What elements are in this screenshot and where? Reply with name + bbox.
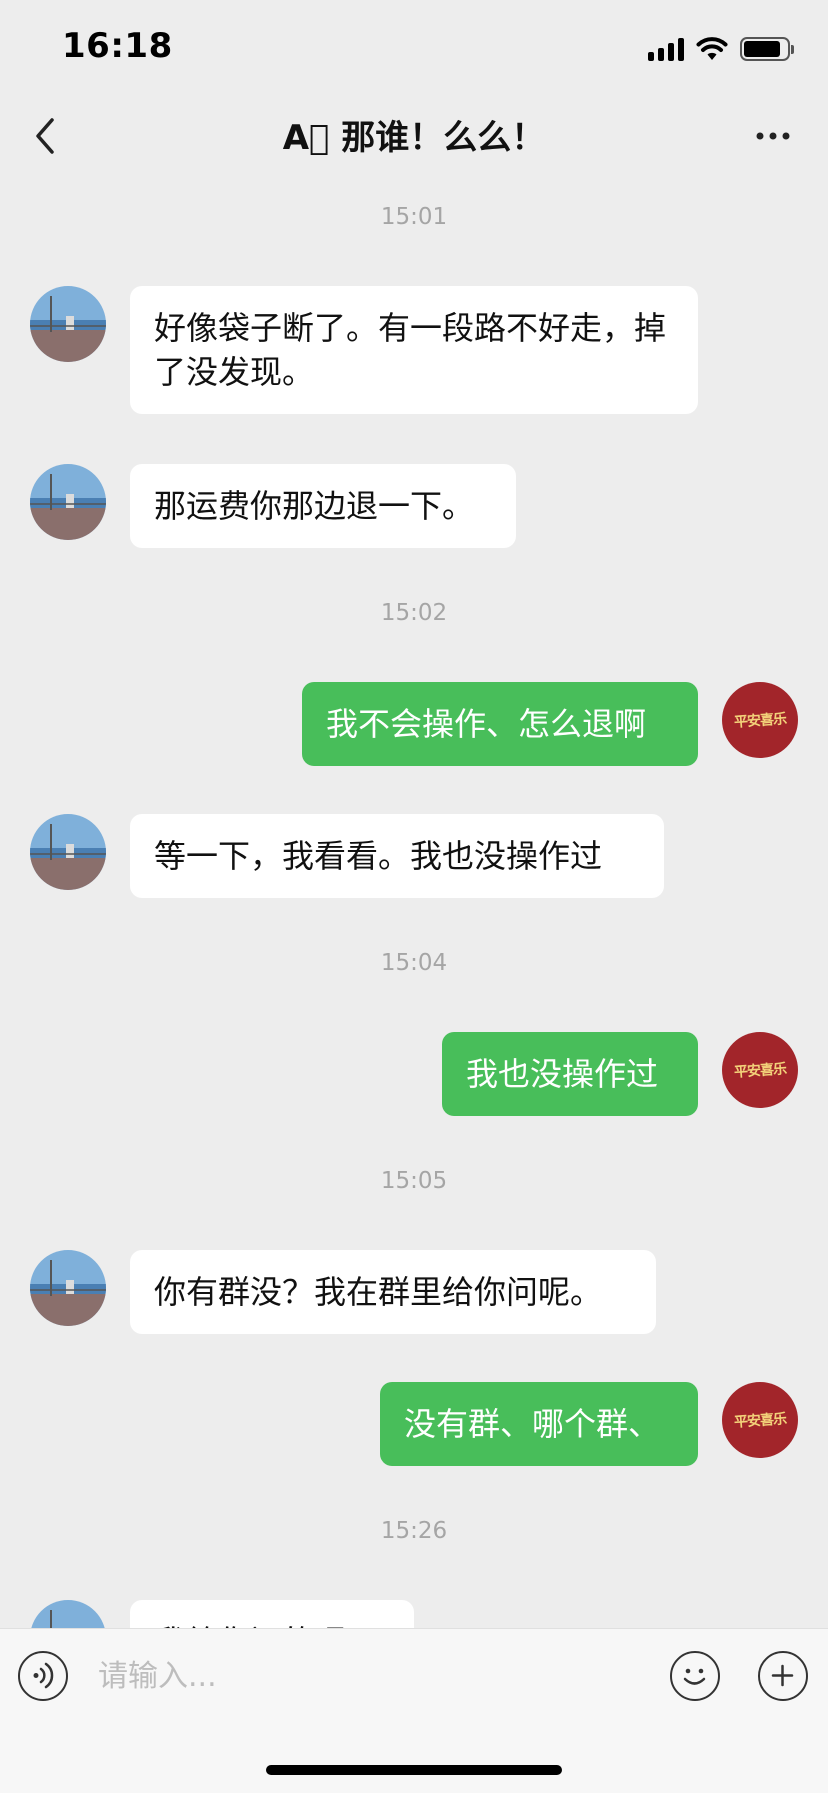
more-dots-icon (756, 132, 790, 140)
seaside-photo-icon (30, 464, 106, 540)
smiley-icon (683, 1668, 706, 1685)
home-indicator[interactable] (266, 1765, 562, 1775)
outgoing-message[interactable]: 没有群、哪个群、 (380, 1382, 698, 1466)
cellular-signal-icon (648, 37, 684, 61)
my-avatar[interactable]: 平安喜乐 (722, 1032, 798, 1108)
seaside-photo-icon (30, 1600, 106, 1628)
incoming-message[interactable]: 我给你问的呢。 (130, 1600, 414, 1628)
incoming-message[interactable]: 等一下，我看看。我也没操作过 (130, 814, 664, 898)
contact-avatar[interactable] (30, 464, 106, 540)
avatar-seal-text: 平安喜乐 (733, 1061, 787, 1081)
plus-icon (771, 1664, 794, 1687)
timestamp: 15:26 (380, 1518, 448, 1544)
message-list[interactable]: 15:01 好像袋子断了。有一段路不好走，掉了没发现。 那运费你那边退一下。 1… (0, 176, 828, 1628)
seaside-photo-icon (30, 814, 106, 890)
seaside-photo-icon (30, 286, 106, 362)
voice-icon (33, 1662, 54, 1689)
contact-avatar[interactable] (30, 1600, 106, 1628)
contact-avatar[interactable] (30, 286, 106, 362)
chat-title: A⃞ 那谁！么么！ (282, 118, 546, 158)
avatar-seal-text: 平安喜乐 (733, 711, 787, 731)
more-button[interactable] (748, 110, 798, 160)
status-icons (648, 34, 794, 64)
status-time: 16:18 (62, 26, 173, 66)
timestamp: 15:01 (380, 204, 448, 230)
contact-avatar[interactable] (30, 814, 106, 890)
outgoing-message[interactable]: 我也没操作过 (442, 1032, 698, 1116)
timestamp: 15:04 (380, 950, 448, 976)
input-bar (0, 1628, 828, 1793)
timestamp: 15:05 (380, 1168, 448, 1194)
message-input[interactable] (96, 1647, 660, 1705)
contact-avatar[interactable] (30, 1250, 106, 1326)
my-avatar[interactable]: 平安喜乐 (722, 1382, 798, 1458)
my-avatar[interactable]: 平安喜乐 (722, 682, 798, 758)
status-bar: 16:18 (0, 0, 828, 100)
outgoing-message[interactable]: 我不会操作、怎么退啊 (302, 682, 698, 766)
emoji-button[interactable] (670, 1651, 720, 1701)
seaside-photo-icon (30, 1250, 106, 1326)
wifi-icon (696, 37, 728, 60)
more-functions-button[interactable] (758, 1651, 808, 1701)
incoming-message[interactable]: 那运费你那边退一下。 (130, 464, 516, 548)
incoming-message[interactable]: 好像袋子断了。有一段路不好走，掉了没发现。 (130, 286, 698, 414)
battery-icon (740, 37, 794, 61)
incoming-message[interactable]: 你有群没？我在群里给你问呢。 (130, 1250, 656, 1334)
nav-bar: A⃞ 那谁！么么！ (0, 100, 828, 176)
timestamp: 15:02 (380, 600, 448, 626)
voice-button[interactable] (18, 1651, 68, 1701)
avatar-seal-text: 平安喜乐 (733, 1411, 787, 1431)
